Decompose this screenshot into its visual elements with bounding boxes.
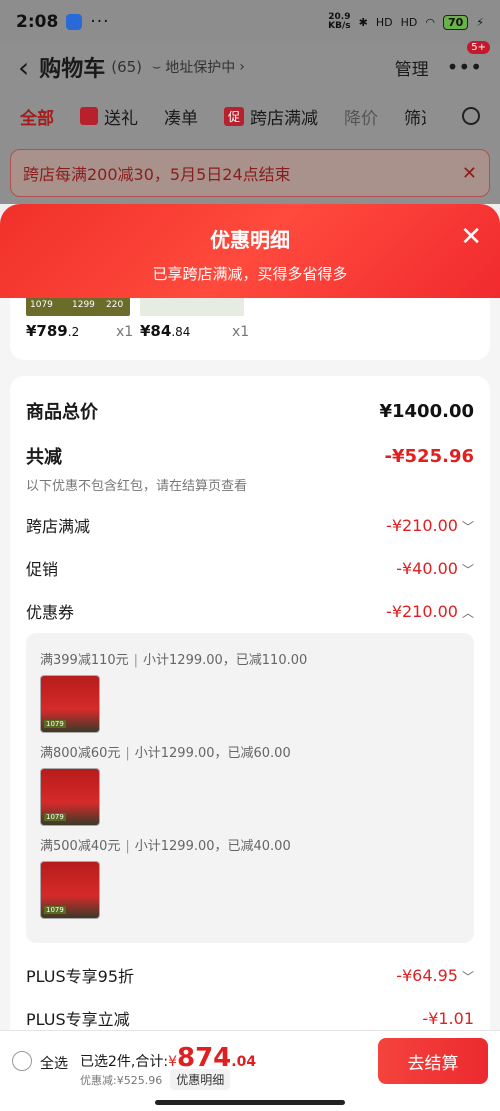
- select-all-label[interactable]: 全选: [40, 1053, 68, 1073]
- coupon-product-thumb[interactable]: 1079: [40, 861, 100, 919]
- product-tag-b: 1299: [72, 300, 95, 310]
- tab-price-drop[interactable]: 降价: [344, 104, 378, 129]
- sheet-header: 优惠明细 已享跨店满减，买得多省得多 ✕: [0, 204, 500, 298]
- discount-detail-sheet: 优惠明细 已享跨店满减，买得多省得多 ✕ 1079 1299 220 ¥789.…: [0, 204, 500, 1111]
- home-indicator: [155, 1100, 345, 1105]
- product-qty-1: x1: [116, 324, 134, 340]
- row-cross-store[interactable]: 跨店满减 -¥210.00 ﹀: [26, 513, 474, 537]
- checkout-bar: 全选 已选2件,合计: ¥ 874 .04 优惠减:¥525.96 优惠明细 去…: [0, 1030, 500, 1111]
- truck-icon: ⌣: [152, 59, 162, 75]
- promo-icon: 促: [224, 106, 245, 126]
- sheet-title: 优惠明细: [210, 228, 290, 252]
- product-tag-a: 1079: [30, 300, 53, 310]
- back-icon[interactable]: ‹: [18, 51, 29, 84]
- filter-tabs: 全部 送礼 凑单 促 跨店满减 降价 筛选: [0, 90, 500, 142]
- reduce-value: -¥525.96: [384, 445, 474, 467]
- signal-hd-1: HD: [375, 15, 393, 29]
- note-text: 以下优惠不包含红包，请在结算页查看: [26, 479, 248, 494]
- message-badge: 5+: [467, 41, 490, 54]
- row-plus-reduce: PLUS专享立减 -¥1.01: [26, 1008, 474, 1030]
- chevron-down-icon: ﹀: [461, 562, 474, 577]
- row-reduce: 共减 -¥525.96: [26, 443, 474, 469]
- coupon-line-3: 满500减40元 | 小计1299.00，已减40.00: [40, 839, 291, 854]
- discount-summary: 优惠减:¥525.96 优惠明细: [80, 1069, 231, 1090]
- discount-detail-button[interactable]: 优惠明细: [170, 1069, 231, 1090]
- product-qty-2: x1: [232, 324, 250, 340]
- chevron-down-icon: ﹀: [461, 969, 474, 984]
- more-icon[interactable]: ••• 5+: [447, 41, 490, 79]
- row-total: 商品总价 ¥1400.00: [26, 398, 474, 424]
- row-promo[interactable]: 促销 -¥40.00 ﹀: [26, 556, 474, 580]
- coupon-breakdown: 满399减110元 | 小计1299.00，已减110.00 1079 满800减6…: [26, 633, 474, 943]
- selected-count: 已选2件,合计:: [80, 1054, 169, 1070]
- checkout-button[interactable]: 去结算: [378, 1038, 488, 1084]
- battery-icon: 70: [442, 14, 469, 30]
- promo-banner-text: 跨店每满200减30，5月5日24点结束: [23, 165, 291, 184]
- cart-count: (65): [111, 58, 143, 76]
- chevron-down-icon: ﹀: [461, 519, 474, 534]
- tab-filter[interactable]: 筛选: [404, 104, 426, 129]
- product-tag-c: 220: [106, 300, 124, 310]
- wifi-icon: ◠: [425, 15, 435, 29]
- row-plus-95[interactable]: PLUS专享95折 -¥64.95 ﹀: [26, 963, 474, 987]
- tab-all[interactable]: 全部: [20, 104, 54, 129]
- coupon-product-thumb[interactable]: 1079: [40, 768, 100, 826]
- promo-banner: 跨店每满200减30，5月5日24点结束 ✕: [10, 149, 490, 197]
- coupon-product-thumb[interactable]: 1079: [40, 675, 100, 733]
- coupon-line-1: 满399减110元 | 小计1299.00，已减110.00: [40, 653, 308, 668]
- status-time: 2:08: [16, 12, 59, 32]
- gift-icon: [80, 107, 98, 125]
- total-value: ¥1400.00: [379, 400, 474, 422]
- total-label: 商品总价: [26, 402, 98, 423]
- address-protection[interactable]: ⌣ 地址保护中 ›: [152, 57, 245, 77]
- close-icon[interactable]: ✕: [460, 222, 482, 252]
- signal-hd-2: HD: [400, 15, 418, 29]
- network-speed: 20.9 KB/s: [328, 12, 351, 31]
- tab-gift[interactable]: 送礼: [80, 104, 138, 129]
- product-price-2: ¥84.84: [140, 322, 191, 340]
- search-icon[interactable]: [462, 107, 480, 125]
- status-right: 20.9 KB/s ✱ HD HD ◠ 70 ⚡: [328, 13, 484, 31]
- chevron-right-icon: ›: [239, 59, 245, 75]
- status-bar: 2:08 ··· 20.9 KB/s ✱ HD HD ◠ 70 ⚡: [0, 0, 500, 44]
- select-all-radio[interactable]: [12, 1051, 32, 1071]
- sheet-subtitle: 已享跨店满减，买得多省得多: [152, 265, 348, 283]
- page-title: 购物车: [39, 57, 106, 82]
- close-icon[interactable]: ✕: [462, 163, 477, 184]
- product-price-1: ¥789.2: [26, 322, 80, 340]
- manage-button[interactable]: 管理: [395, 55, 429, 80]
- status-dots: ···: [90, 12, 110, 32]
- baidu-app-icon: [66, 14, 83, 30]
- reduce-label: 共减: [26, 447, 62, 468]
- tab-bundle[interactable]: 凑单: [164, 104, 198, 129]
- charging-icon: ⚡: [476, 15, 484, 29]
- bluetooth-icon: ✱: [358, 15, 368, 29]
- tab-cross-store[interactable]: 促 跨店满减: [224, 104, 318, 129]
- detail-card: 商品总价 ¥1400.00 共减 -¥525.96 以下优惠不包含红包，请在结算…: [10, 376, 490, 1111]
- coupon-line-2: 满800减60元 | 小计1299.00，已减60.00: [40, 746, 291, 761]
- row-coupon[interactable]: 优惠券 -¥210.00 ︿: [26, 599, 474, 623]
- chevron-up-icon: ︿: [461, 605, 474, 620]
- nav-bar: ‹ 购物车 (65) ⌣ 地址保护中 › 管理 ••• 5+: [0, 41, 500, 90]
